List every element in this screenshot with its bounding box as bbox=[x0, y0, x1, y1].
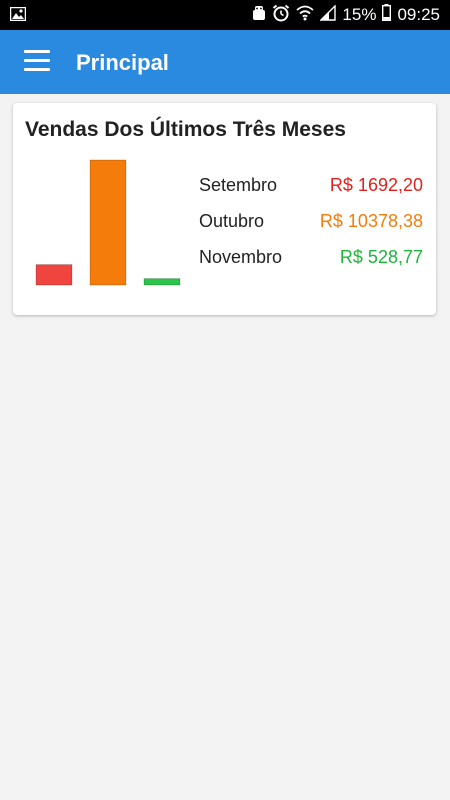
gallery-notification-icon bbox=[9, 6, 27, 26]
legend-row-setembro: Setembro R$ 1692,20 bbox=[199, 175, 423, 211]
android-icon bbox=[252, 5, 266, 26]
clock-time: 09:25 bbox=[397, 5, 440, 24]
sales-legend: Setembro R$ 1692,20 Outubro R$ 10378,38 … bbox=[199, 175, 423, 283]
battery-icon bbox=[382, 4, 392, 26]
legend-row-outubro: Outubro R$ 10378,38 bbox=[199, 211, 423, 247]
bar-novembro bbox=[143, 278, 181, 286]
bar-outubro bbox=[89, 159, 127, 286]
sales-bar-chart bbox=[35, 159, 181, 286]
legend-month-label: Outubro bbox=[199, 211, 265, 231]
card-title: Vendas Dos Últimos Três Meses bbox=[25, 118, 346, 141]
sales-card: Vendas Dos Últimos Três Meses Setembro R… bbox=[13, 103, 436, 315]
bar-setembro bbox=[35, 264, 73, 286]
page-title: Principal bbox=[76, 50, 169, 75]
legend-value: R$ 1692,20 bbox=[329, 175, 423, 195]
signal-icon bbox=[319, 3, 337, 26]
app-bar: Principal bbox=[0, 30, 450, 94]
wifi-icon bbox=[296, 5, 315, 26]
legend-month-label: Novembro bbox=[199, 247, 283, 267]
legend-value: R$ 528,77 bbox=[339, 247, 423, 267]
legend-month-label: Setembro bbox=[199, 175, 278, 195]
battery-percentage: 15% bbox=[342, 5, 377, 24]
status-bar: 15% 09:25 bbox=[0, 0, 450, 30]
legend-value: R$ 10378,38 bbox=[319, 211, 423, 231]
legend-row-novembro: Novembro R$ 528,77 bbox=[199, 247, 423, 283]
alarm-icon bbox=[272, 4, 290, 27]
hamburger-menu-icon[interactable] bbox=[24, 50, 52, 74]
